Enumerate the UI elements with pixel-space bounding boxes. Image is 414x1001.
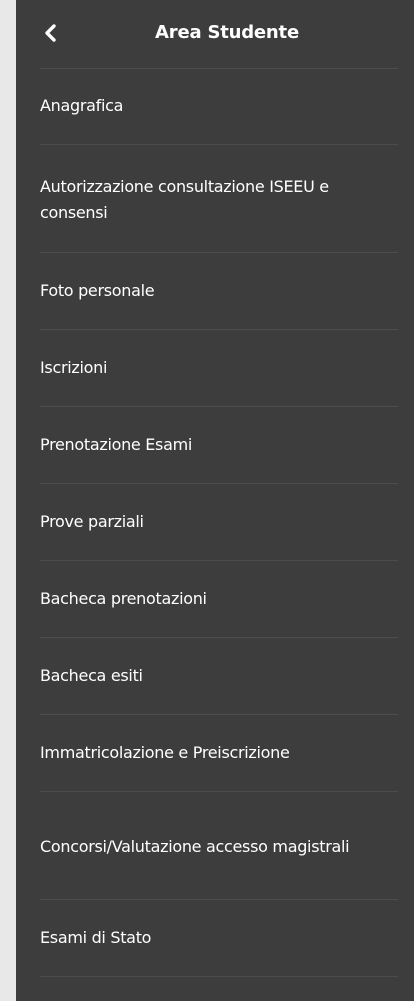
menu-item-prove-parziali[interactable]: Prove parziali: [40, 484, 398, 561]
menu-item-iscrizioni[interactable]: Iscrizioni: [40, 330, 398, 407]
chevron-left-icon: [45, 24, 56, 42]
menu-item-immatricolazione[interactable]: Immatricolazione e Preiscrizione: [40, 715, 398, 792]
menu-item-foto-personale[interactable]: Foto personale: [40, 253, 398, 330]
menu-item-anagrafica[interactable]: Anagrafica: [40, 68, 398, 145]
header-divider: [40, 68, 398, 69]
drawer-title: Area Studente: [155, 21, 299, 43]
menu-item-autorizzazione-iseeu[interactable]: Autorizzazione consultazione ISEEU e con…: [40, 145, 398, 253]
student-menu: Anagrafica Autorizzazione consultazione …: [16, 68, 414, 977]
menu-item-concorsi[interactable]: Concorsi/Valutazione accesso magistrali: [40, 792, 398, 900]
menu-item-bacheca-esiti[interactable]: Bacheca esiti: [40, 638, 398, 715]
menu-item-bacheca-prenotazioni[interactable]: Bacheca prenotazioni: [40, 561, 398, 638]
menu-item-prenotazione-esami[interactable]: Prenotazione Esami: [40, 407, 398, 484]
navigation-drawer: Area Studente Anagrafica Autorizzazione …: [16, 0, 414, 1001]
back-button[interactable]: [36, 18, 66, 48]
menu-item-esami-di-stato[interactable]: Esami di Stato: [40, 900, 398, 977]
drawer-header: Area Studente: [16, 0, 414, 68]
